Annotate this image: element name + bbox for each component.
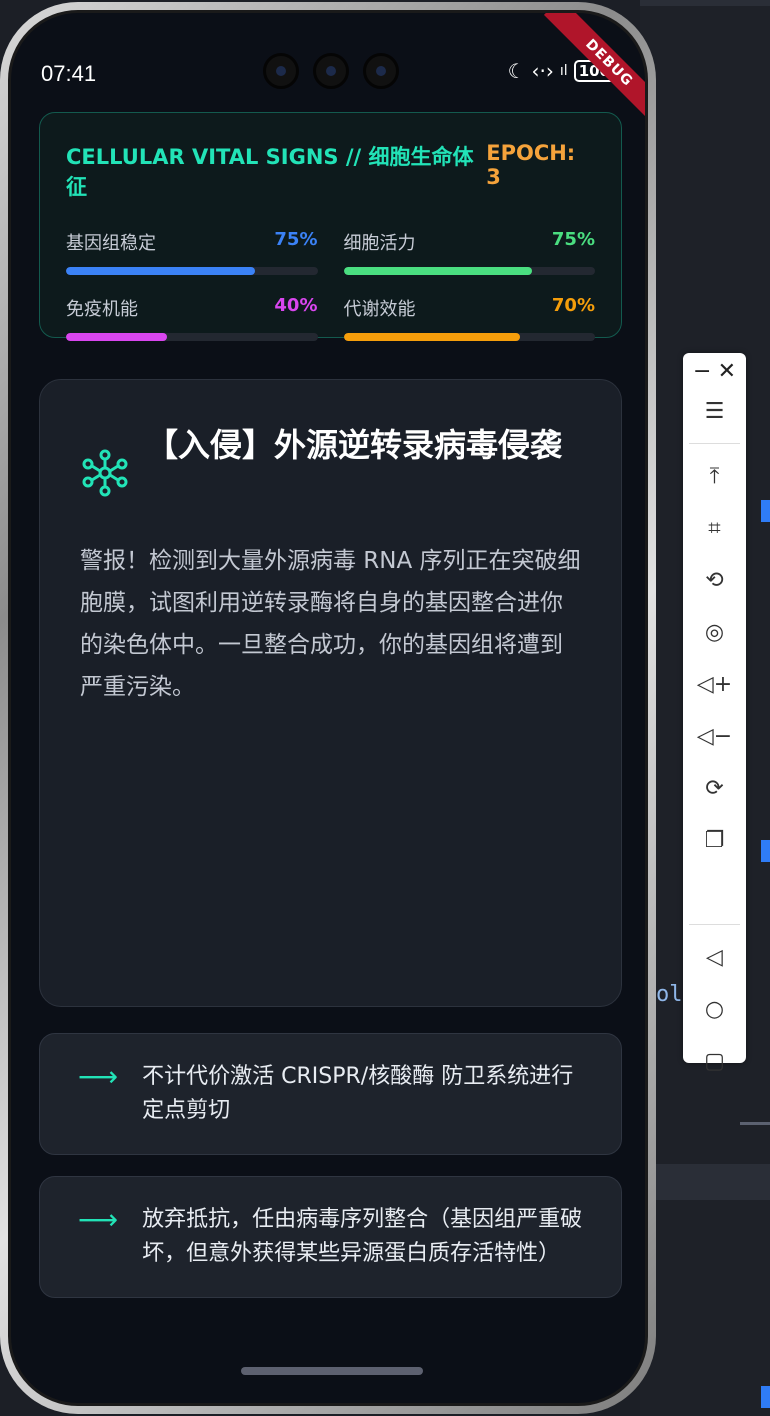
editor-scroll-mark: [761, 840, 770, 862]
stat-immune-function: 免疫机能 40%: [66, 295, 318, 341]
choice-option-crispr[interactable]: ⟶ 不计代价激活 CRISPR/核酸酶 防卫系统进行定点剪切: [39, 1033, 622, 1155]
arrow-right-icon: ⟶: [78, 1060, 119, 1093]
stat-genome-stability: 基因组稳定 75%: [66, 229, 318, 275]
phone-frame: 07:41 ☾ ‹·› ıl 100 DEBUG CELLULAR VITAL …: [0, 2, 656, 1414]
status-bar: 07:41 ☾ ‹·› ıl 100 DEBUG: [11, 13, 645, 129]
stat-value: 70%: [551, 295, 595, 316]
editor-code-fragment: ol: [656, 982, 683, 1007]
home-icon[interactable]: ○: [683, 983, 746, 1035]
toolbar-window-controls: − ✕: [683, 353, 746, 385]
choice-text: 放弃抵抗，任由病毒序列整合（基因组严重破坏，但意外获得某些异源蛋白质存活特性）: [142, 1207, 583, 1266]
toolbar-separator: [689, 443, 740, 444]
event-header: 【入侵】外源逆转录病毒侵袭: [80, 420, 581, 498]
event-title: 【入侵】外源逆转录病毒侵袭: [146, 426, 563, 464]
vital-signs-header: CELLULAR VITAL SIGNS // 细胞生命体征 EPOCH: 3: [66, 141, 595, 201]
screen-copy-icon[interactable]: ❐: [683, 814, 746, 866]
volume-up-icon[interactable]: ◁+: [683, 658, 746, 710]
arrow-right-icon: ⟶: [78, 1203, 119, 1236]
code-icon: ‹·›: [531, 59, 554, 83]
moon-icon: ☾: [507, 59, 526, 83]
crop-icon[interactable]: ⌗: [683, 502, 746, 554]
phone-screen: 07:41 ☾ ‹·› ıl 100 DEBUG CELLULAR VITAL …: [8, 10, 648, 1406]
stat-progress-fill: [343, 333, 520, 341]
stat-label: 基因组稳定: [66, 233, 156, 254]
stat-progress-fill: [66, 267, 255, 275]
menu-icon[interactable]: ☰: [683, 385, 746, 437]
stat-progress-bar: [66, 333, 318, 341]
stat-cell-vitality: 细胞活力 75%: [343, 229, 595, 275]
choice-option-surrender[interactable]: ⟶ 放弃抵抗，任由病毒序列整合（基因组严重破坏，但意外获得某些异源蛋白质存活特性…: [39, 1176, 622, 1298]
choice-text: 不计代价激活 CRISPR/核酸酶 防卫系统进行定点剪切: [142, 1064, 574, 1123]
stat-label: 代谢效能: [343, 299, 416, 320]
close-button[interactable]: ✕: [718, 359, 736, 385]
vital-signs-panel: CELLULAR VITAL SIGNS // 细胞生命体征 EPOCH: 3 …: [39, 112, 622, 341]
event-card: 【入侵】外源逆转录病毒侵袭 警报！检测到大量外源病毒 RNA 序列正在突破细胞膜…: [39, 379, 622, 1007]
home-indicator[interactable]: [241, 1367, 423, 1375]
stat-progress-fill: [343, 267, 533, 275]
editor-scroll-mark: [761, 500, 770, 522]
stat-label: 细胞活力: [343, 233, 416, 254]
editor-top-band: [640, 0, 770, 6]
stat-label: 免疫机能: [66, 299, 138, 320]
recents-icon[interactable]: ▢: [683, 1035, 746, 1087]
emulator-toolbar: − ✕ ☰ ⤒ ⌗ ⟲ ◎ ◁+ ◁− ⟳ ❐ ◁ ○ ▢: [683, 353, 746, 1074]
event-description: 警报！检测到大量外源病毒 RNA 序列正在突破细胞膜，试图利用逆转录酶将自身的基…: [80, 548, 581, 700]
rotate-device-icon[interactable]: ⟳: [683, 762, 746, 814]
camera-lens-icon: [363, 53, 399, 89]
stat-value: 75%: [274, 229, 318, 250]
editor-scroll-mark: [761, 1386, 770, 1408]
camera-lens-icon: [263, 53, 299, 89]
signal-icon: ıl: [559, 63, 568, 79]
rotate-icon[interactable]: ⟲: [683, 554, 746, 606]
minimize-button[interactable]: −: [693, 359, 711, 385]
pin-top-icon[interactable]: ⤒: [683, 450, 746, 502]
epoch-counter: EPOCH: 3: [486, 141, 576, 189]
back-icon[interactable]: ◁: [683, 931, 746, 983]
stat-progress-bar: [343, 267, 595, 275]
stat-progress-bar: [66, 267, 318, 275]
stat-value: 75%: [551, 229, 595, 250]
record-icon[interactable]: ◎: [683, 606, 746, 658]
volume-down-icon[interactable]: ◁−: [683, 710, 746, 762]
status-time: 07:41: [41, 61, 97, 86]
vital-signs-title: CELLULAR VITAL SIGNS // 细胞生命体征: [66, 145, 474, 199]
toolbar-separator: [689, 924, 740, 925]
stat-value: 40%: [274, 295, 318, 316]
camera-lens-icon: [313, 53, 349, 89]
editor-divider: [740, 1122, 770, 1125]
virus-network-icon: [82, 449, 128, 497]
editor-highlight-band: [640, 1164, 770, 1200]
stats-grid: 基因组稳定 75% 细胞活力 75% 免疫机能 40% 代谢效能 70%: [66, 229, 595, 341]
stat-metabolic-efficiency: 代谢效能 70%: [343, 295, 595, 341]
stat-progress-bar: [343, 333, 595, 341]
stat-progress-fill: [66, 333, 167, 341]
